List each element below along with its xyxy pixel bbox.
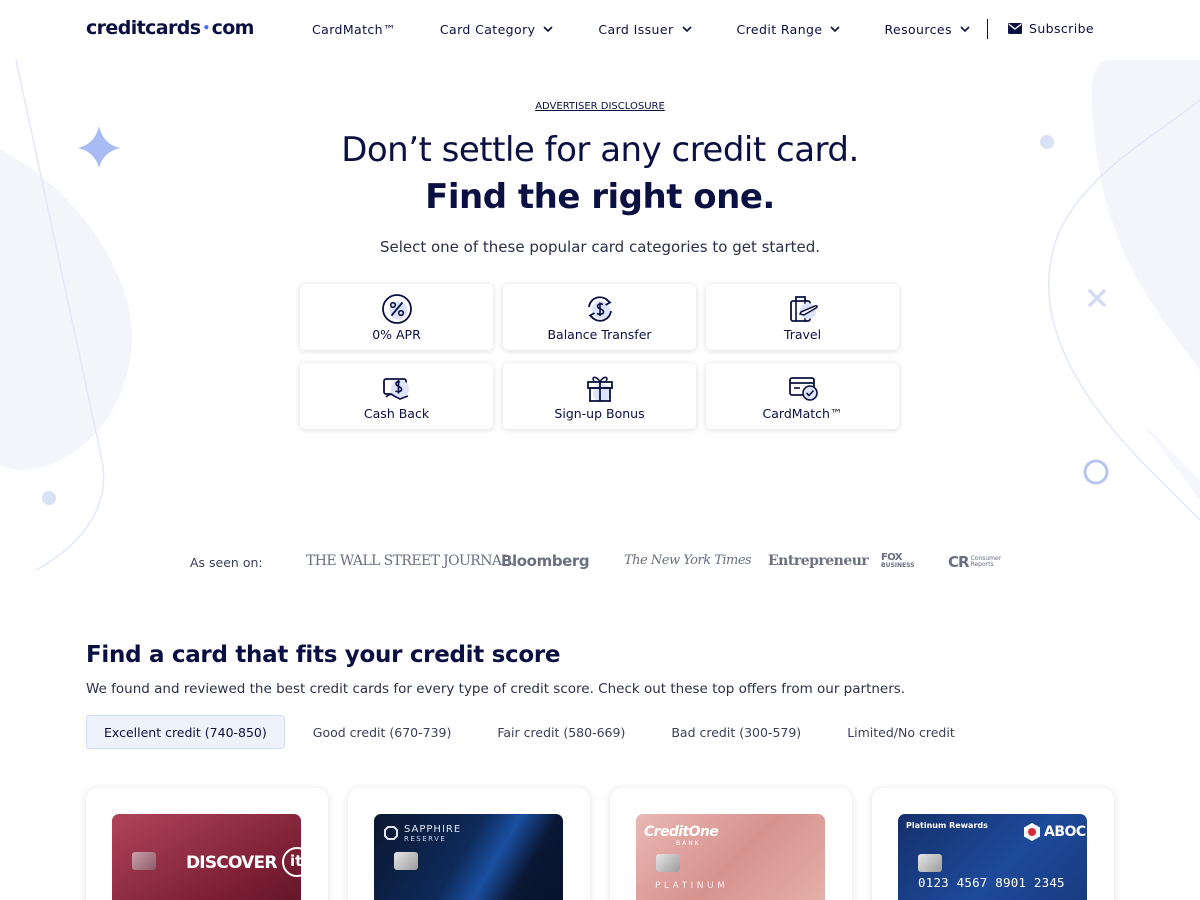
category-label: Cash Back: [363, 405, 430, 421]
percent-icon: [381, 293, 412, 324]
sapphire-card-image[interactable]: SAPPHIRE RESERVE: [374, 814, 563, 900]
category-label: 0% APR: [372, 326, 421, 342]
category-balance-transfer[interactable]: Balance Transfer: [503, 284, 696, 350]
tab-good-credit[interactable]: Good credit (670-739): [295, 715, 470, 749]
card-chip: [132, 852, 156, 870]
aboc-card-image[interactable]: Platinum Rewards ABOC 0123 4567 8901 234…: [898, 814, 1087, 900]
chevron-down-icon: [543, 26, 553, 33]
chevron-down-icon: [681, 26, 692, 33]
creditone-card-image[interactable]: CreditOne BANK PLATINUM: [636, 814, 825, 900]
category-label: Travel: [783, 326, 822, 342]
credit-section-subtitle: We found and reviewed the best credit ca…: [86, 681, 906, 697]
main-nav: CardMatch™ Card Category Card Issuer Cre…: [312, 0, 970, 58]
nav-item-cardmatch[interactable]: CardMatch™: [312, 22, 396, 37]
card-tile-discover[interactable]: DISCOVER it: [86, 788, 328, 900]
site-logo[interactable]: creditcards • com: [86, 17, 254, 39]
creditone-sub: BANK: [676, 840, 701, 847]
discover-it-badge: it: [282, 847, 301, 877]
sapphire-brand: SAPPHIRE: [404, 824, 462, 835]
aboc-logo-icon: [1024, 823, 1040, 841]
bloomberg-logo: Bloomberg: [501, 552, 590, 570]
hero-title-line2: Find the right one.: [425, 177, 775, 217]
tab-fair-credit[interactable]: Fair credit (580-669): [479, 715, 643, 749]
aboc-card-number: 0123 4567 8901 2345: [918, 875, 1065, 890]
nav-item-resources[interactable]: Resources: [884, 21, 970, 37]
chase-octagon-icon: [384, 826, 398, 840]
card-check-icon: [788, 376, 818, 401]
category-sign-up-bonus[interactable]: Sign-up Bonus: [503, 363, 696, 429]
nav-item-label: CardMatch™: [312, 21, 396, 37]
as-seen-on-label: As seen on:: [190, 555, 263, 570]
card-chip: [656, 854, 680, 872]
cr-logo-text: CR: [948, 553, 970, 571]
hero-title-line1: Don’t settle for any credit card.: [341, 130, 859, 170]
fox-business-logo: FOX BUSINESS: [881, 553, 915, 570]
logo-text-right: com: [211, 17, 255, 39]
category-cardmatch[interactable]: CardMatch™: [706, 363, 899, 429]
card-tile-creditone[interactable]: CreditOne BANK PLATINUM: [610, 788, 852, 900]
subscribe-link[interactable]: Subscribe: [1008, 21, 1094, 36]
logo-dot: •: [202, 21, 210, 35]
creditone-brand: CreditOne: [644, 824, 719, 840]
luggage-plane-icon: [789, 295, 818, 322]
nav-item-credit-range[interactable]: Credit Range: [737, 22, 841, 37]
tab-bad-credit[interactable]: Bad credit (300-579): [653, 715, 819, 749]
category-label: Balance Transfer: [547, 326, 652, 342]
category-label: Sign-up Bonus: [554, 405, 645, 421]
as-seen-on-bar: As seen on: THE WALL STREET JOURNAL. Blo…: [190, 552, 1020, 574]
cash-back-icon: [382, 377, 409, 400]
sapphire-sub: RESERVE: [404, 835, 447, 843]
nyt-logo: The New York Times: [624, 553, 752, 568]
nav-item-label: Credit Range: [736, 21, 823, 37]
nav-item-label: Card Category: [439, 21, 536, 37]
category-label: CardMatch™: [762, 405, 843, 421]
category-grid: 0% APR Balance Transfer Travel Cash Back…: [300, 284, 900, 429]
advertiser-disclosure-link[interactable]: ADVERTISER DISCLOSURE: [0, 101, 1200, 112]
nav-divider: [987, 19, 988, 39]
cr-logo-subtext: Consumer Reports: [970, 555, 1002, 569]
logo-text-left: creditcards: [86, 17, 201, 39]
category-travel[interactable]: Travel: [706, 284, 899, 350]
nav-item-label: Card Issuer: [598, 21, 674, 37]
envelope-icon: [1008, 23, 1022, 34]
subscribe-label: Subscribe: [1029, 21, 1095, 36]
discover-brand: DISCOVER: [186, 853, 277, 873]
balance-transfer-icon: [587, 295, 612, 322]
site-header: creditcards • com CardMatch™ Card Category…: [0, 0, 1200, 58]
category-cash-back[interactable]: Cash Back: [300, 363, 493, 429]
cr-logo-subtext-2: Reports: [970, 561, 994, 568]
gift-icon: [586, 376, 613, 402]
card-chip: [918, 854, 942, 872]
creditone-tier: PLATINUM: [655, 881, 729, 891]
credit-tabs: Excellent credit (740-850) Good credit (…: [86, 715, 983, 749]
card-tile-aboc[interactable]: Platinum Rewards ABOC 0123 4567 8901 234…: [872, 788, 1114, 900]
nav-item-card-category[interactable]: Card Category: [440, 22, 554, 37]
chevron-down-icon: [830, 26, 841, 33]
card-tile-sapphire[interactable]: SAPPHIRE RESERVE: [348, 788, 590, 900]
nav-item-card-issuer[interactable]: Card Issuer: [598, 21, 692, 37]
tab-excellent-credit[interactable]: Excellent credit (740-850): [86, 715, 285, 749]
category-0-apr[interactable]: 0% APR: [300, 284, 493, 350]
aboc-tier: Platinum Rewards: [906, 821, 988, 830]
credit-section-title: Find a card that fits your credit score: [86, 642, 561, 668]
consumer-reports-logo: CR Consumer Reports: [948, 553, 1001, 571]
chevron-down-icon: [960, 26, 970, 33]
entrepreneur-logo: Entrepreneur: [768, 553, 869, 569]
hero-subtitle: Select one of these popular card categor…: [379, 238, 821, 256]
aboc-brand: ABOC: [1044, 824, 1086, 840]
wsj-logo: THE WALL STREET JOURNAL.: [306, 553, 515, 569]
tab-limited-credit[interactable]: Limited/No credit: [829, 715, 973, 749]
card-chip: [394, 852, 418, 870]
discover-card-image[interactable]: DISCOVER it: [112, 814, 301, 900]
nav-item-label: Resources: [884, 21, 952, 37]
fox-logo-subtext: BUSINESS: [881, 562, 915, 569]
